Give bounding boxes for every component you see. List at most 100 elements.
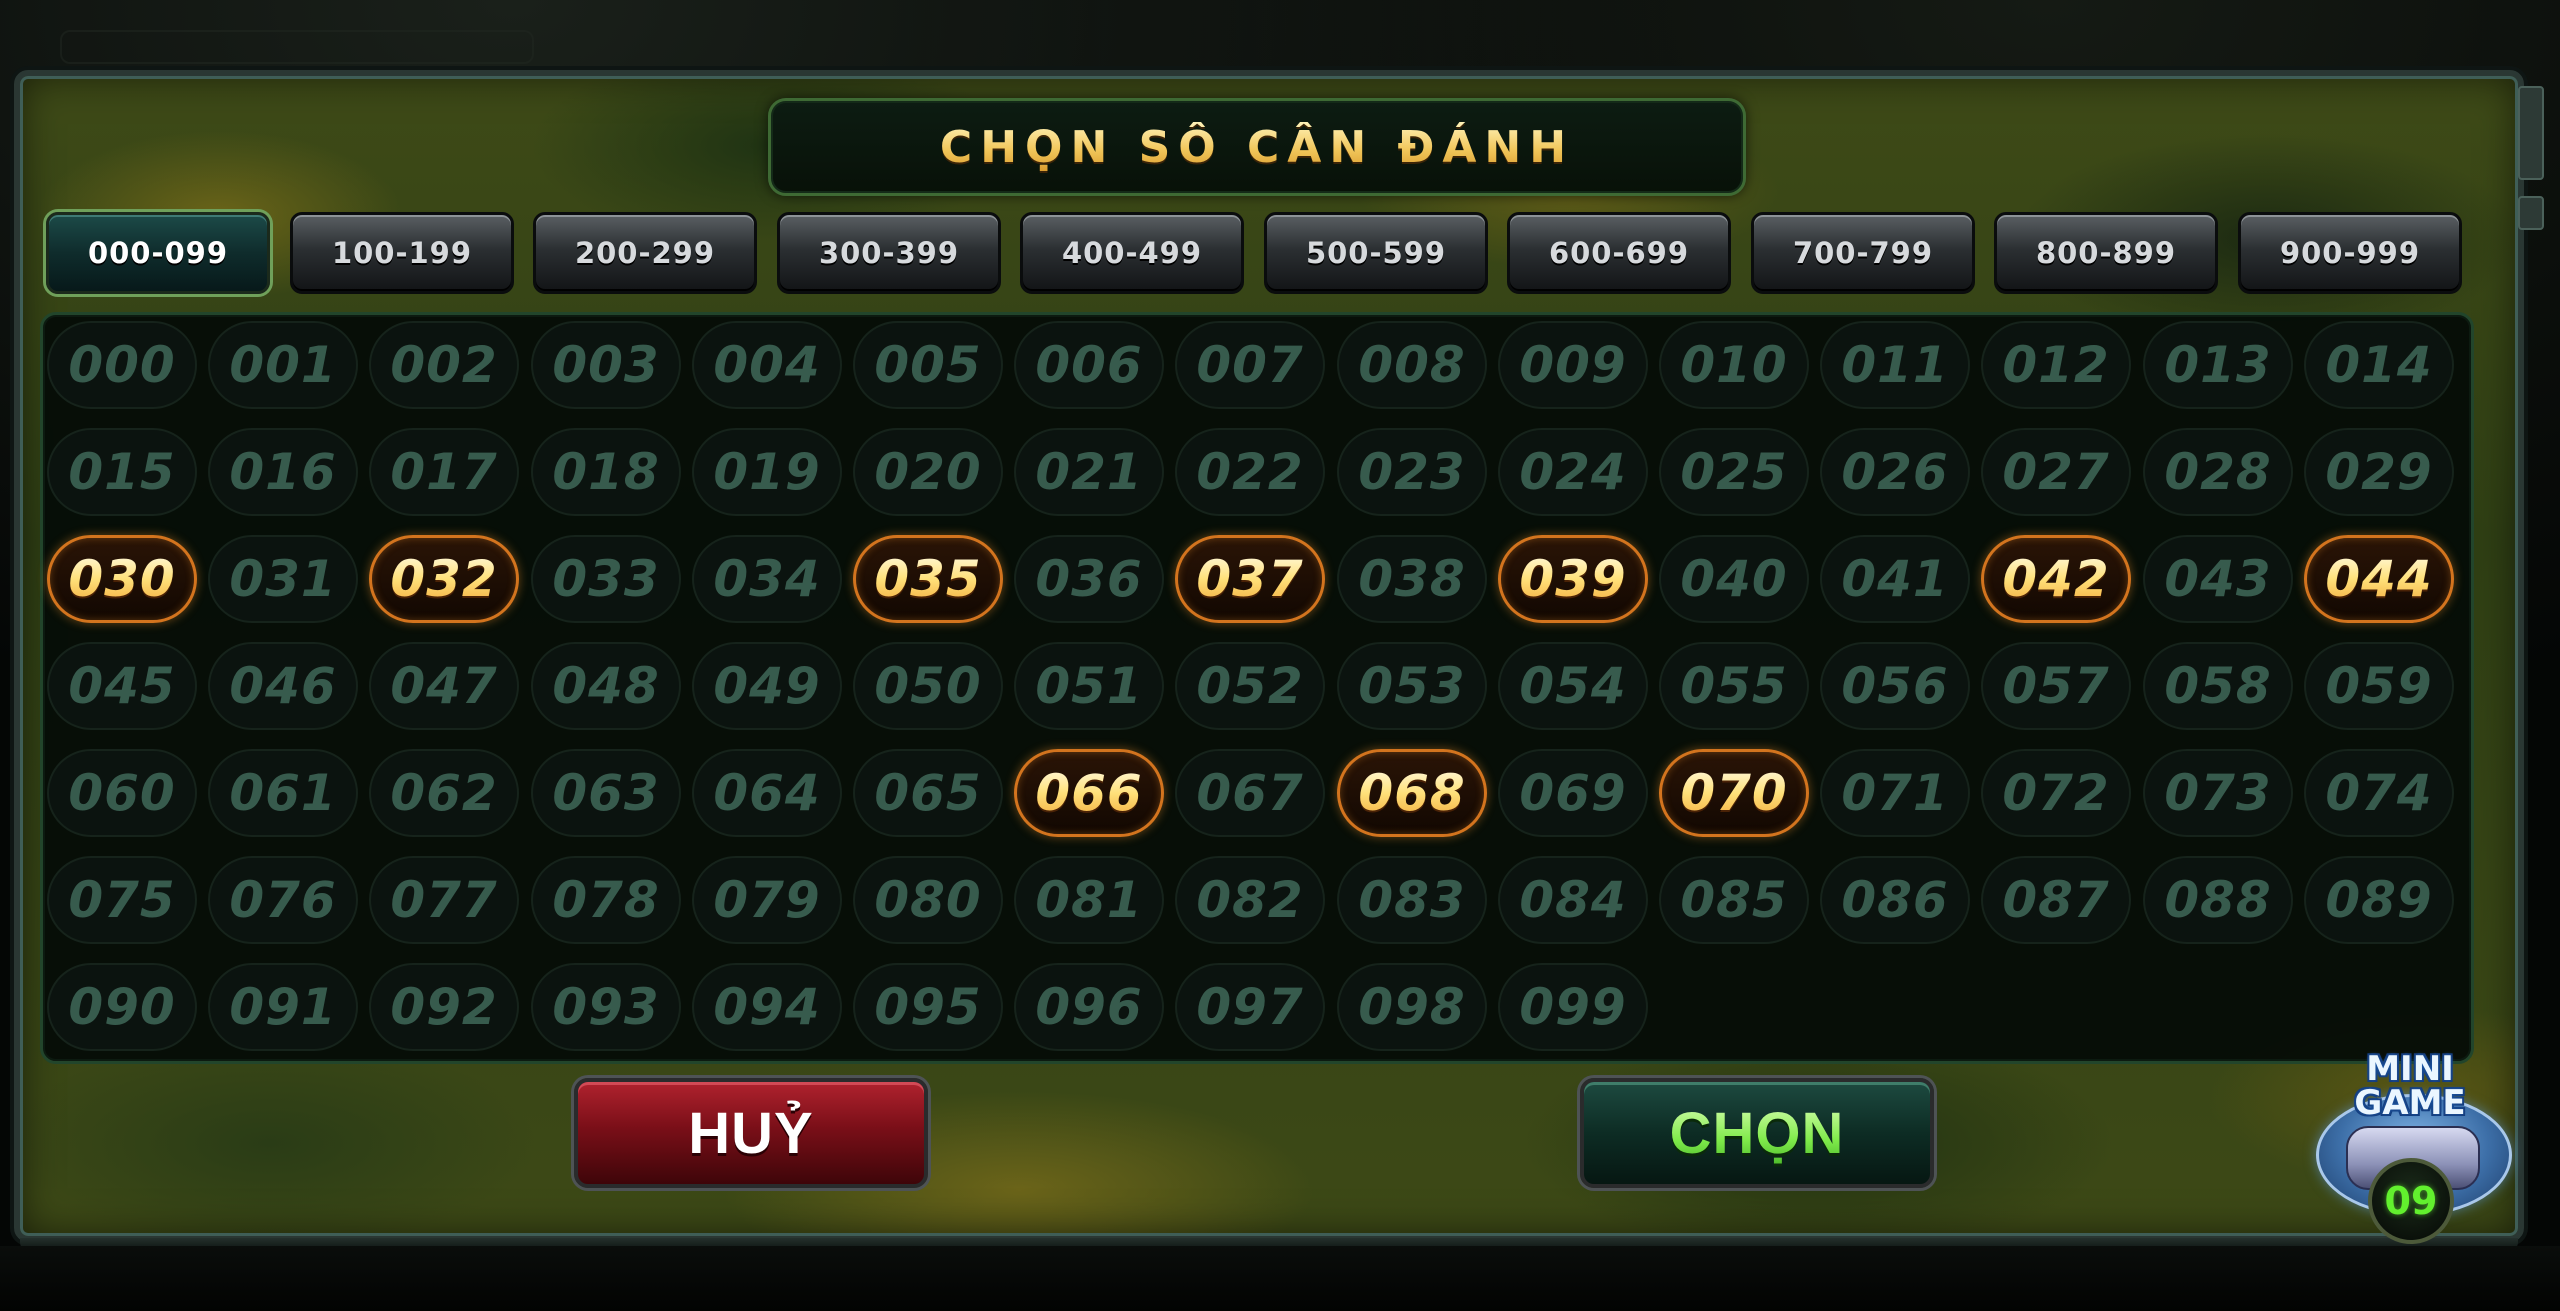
number-cell-033[interactable]: 033 [531,535,681,623]
number-cell-005[interactable]: 005 [853,321,1003,409]
number-cell-006[interactable]: 006 [1014,321,1164,409]
number-cell-070[interactable]: 070 [1659,749,1809,837]
number-cell-079[interactable]: 079 [692,856,842,944]
number-cell-069[interactable]: 069 [1498,749,1648,837]
number-cell-041[interactable]: 041 [1820,535,1970,623]
number-cell-048[interactable]: 048 [531,642,681,730]
number-cell-001[interactable]: 001 [208,321,358,409]
number-cell-074[interactable]: 074 [2304,749,2454,837]
number-cell-012[interactable]: 012 [1981,321,2131,409]
number-cell-061[interactable]: 061 [208,749,358,837]
number-cell-054[interactable]: 054 [1498,642,1648,730]
number-cell-076[interactable]: 076 [208,856,358,944]
choose-button[interactable]: CHỌN [1580,1078,1934,1188]
number-cell-023[interactable]: 023 [1337,428,1487,516]
number-cell-082[interactable]: 082 [1175,856,1325,944]
number-cell-060[interactable]: 060 [47,749,197,837]
tab-range-700-799[interactable]: 700-799 [1751,212,1975,294]
number-cell-094[interactable]: 094 [692,963,842,1051]
mini-game-button[interactable]: MINI GAME 09 [2306,1052,2514,1244]
number-cell-029[interactable]: 029 [2304,428,2454,516]
tab-range-100-199[interactable]: 100-199 [290,212,514,294]
number-cell-043[interactable]: 043 [2143,535,2293,623]
number-cell-003[interactable]: 003 [531,321,681,409]
tab-range-400-499[interactable]: 400-499 [1020,212,1244,294]
number-cell-040[interactable]: 040 [1659,535,1809,623]
number-cell-021[interactable]: 021 [1014,428,1164,516]
number-cell-072[interactable]: 072 [1981,749,2131,837]
number-cell-039[interactable]: 039 [1498,535,1648,623]
number-cell-092[interactable]: 092 [369,963,519,1051]
number-cell-066[interactable]: 066 [1014,749,1164,837]
tab-range-300-399[interactable]: 300-399 [777,212,1001,294]
number-cell-084[interactable]: 084 [1498,856,1648,944]
number-cell-027[interactable]: 027 [1981,428,2131,516]
number-cell-057[interactable]: 057 [1981,642,2131,730]
number-cell-024[interactable]: 024 [1498,428,1648,516]
number-cell-008[interactable]: 008 [1337,321,1487,409]
number-cell-004[interactable]: 004 [692,321,842,409]
number-cell-031[interactable]: 031 [208,535,358,623]
cancel-button[interactable]: HUỶ [574,1078,928,1188]
number-cell-019[interactable]: 019 [692,428,842,516]
number-cell-059[interactable]: 059 [2304,642,2454,730]
number-cell-045[interactable]: 045 [47,642,197,730]
number-cell-095[interactable]: 095 [853,963,1003,1051]
number-cell-017[interactable]: 017 [369,428,519,516]
tab-range-800-899[interactable]: 800-899 [1994,212,2218,294]
number-cell-046[interactable]: 046 [208,642,358,730]
number-cell-049[interactable]: 049 [692,642,842,730]
number-cell-078[interactable]: 078 [531,856,681,944]
number-cell-091[interactable]: 091 [208,963,358,1051]
number-cell-037[interactable]: 037 [1175,535,1325,623]
tab-range-200-299[interactable]: 200-299 [533,212,757,294]
tab-range-900-999[interactable]: 900-999 [2238,212,2462,294]
number-cell-026[interactable]: 026 [1820,428,1970,516]
number-cell-030[interactable]: 030 [47,535,197,623]
number-cell-064[interactable]: 064 [692,749,842,837]
number-cell-097[interactable]: 097 [1175,963,1325,1051]
number-cell-086[interactable]: 086 [1820,856,1970,944]
number-cell-099[interactable]: 099 [1498,963,1648,1051]
number-cell-067[interactable]: 067 [1175,749,1325,837]
number-cell-062[interactable]: 062 [369,749,519,837]
number-cell-089[interactable]: 089 [2304,856,2454,944]
number-cell-085[interactable]: 085 [1659,856,1809,944]
number-cell-063[interactable]: 063 [531,749,681,837]
number-cell-002[interactable]: 002 [369,321,519,409]
tab-range-000-099[interactable]: 000-099 [46,212,270,294]
number-cell-090[interactable]: 090 [47,963,197,1051]
number-cell-020[interactable]: 020 [853,428,1003,516]
number-cell-093[interactable]: 093 [531,963,681,1051]
number-cell-096[interactable]: 096 [1014,963,1164,1051]
number-cell-065[interactable]: 065 [853,749,1003,837]
number-cell-011[interactable]: 011 [1820,321,1970,409]
number-cell-016[interactable]: 016 [208,428,358,516]
number-cell-009[interactable]: 009 [1498,321,1648,409]
number-cell-083[interactable]: 083 [1337,856,1487,944]
number-cell-014[interactable]: 014 [2304,321,2454,409]
number-cell-042[interactable]: 042 [1981,535,2131,623]
number-cell-047[interactable]: 047 [369,642,519,730]
tab-range-500-599[interactable]: 500-599 [1264,212,1488,294]
tab-range-600-699[interactable]: 600-699 [1507,212,1731,294]
number-cell-034[interactable]: 034 [692,535,842,623]
number-cell-035[interactable]: 035 [853,535,1003,623]
number-cell-056[interactable]: 056 [1820,642,1970,730]
number-cell-038[interactable]: 038 [1337,535,1487,623]
number-cell-000[interactable]: 000 [47,321,197,409]
number-cell-055[interactable]: 055 [1659,642,1809,730]
number-cell-081[interactable]: 081 [1014,856,1164,944]
number-cell-018[interactable]: 018 [531,428,681,516]
number-cell-075[interactable]: 075 [47,856,197,944]
number-cell-013[interactable]: 013 [2143,321,2293,409]
number-cell-025[interactable]: 025 [1659,428,1809,516]
number-cell-028[interactable]: 028 [2143,428,2293,516]
number-cell-098[interactable]: 098 [1337,963,1487,1051]
number-cell-044[interactable]: 044 [2304,535,2454,623]
number-cell-052[interactable]: 052 [1175,642,1325,730]
number-cell-053[interactable]: 053 [1337,642,1487,730]
number-cell-015[interactable]: 015 [47,428,197,516]
number-cell-050[interactable]: 050 [853,642,1003,730]
number-cell-036[interactable]: 036 [1014,535,1164,623]
